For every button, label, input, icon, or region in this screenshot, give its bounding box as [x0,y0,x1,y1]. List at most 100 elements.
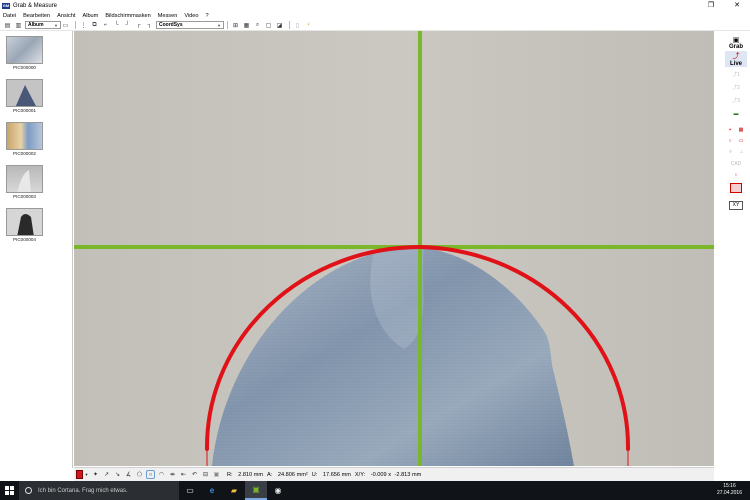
thumbnail-image [6,208,43,236]
distance-tool-icon[interactable]: ⇹ [168,470,177,479]
thumbnail-image [6,165,43,193]
thumbnail-image [6,79,43,107]
thumbnail-item[interactable]: PIC000004 [6,208,43,242]
polyline-tool-icon[interactable]: ↘ [113,470,122,479]
camera-icon: ⤴ [732,53,740,60]
image-viewport[interactable] [74,31,714,466]
edge-browser-icon[interactable]: e [201,481,223,500]
thumbnail-label: PIC000000 [13,65,36,70]
cortana-search-box[interactable]: Ich bin Cortana. Frag mich etwas. [19,481,179,500]
thumbnail-item[interactable]: PIC000000 [6,36,43,70]
menu-album[interactable]: Album [82,13,98,19]
y-unit: mm [411,471,422,478]
angle-tool-icon[interactable]: ∡ [124,470,133,479]
point-tool-icon[interactable]: ✦ [91,470,100,479]
restore-window-button[interactable]: ❐ [698,0,724,11]
video-camera-icon[interactable]: ▬ [725,111,747,117]
chevron-down-icon: ▼ [217,22,221,28]
grid-view-icon[interactable]: ▦ [242,21,251,30]
offset-tool-icon[interactable]: ⇤ [179,470,188,479]
lightbulb-icon[interactable]: ♀ [304,21,313,30]
thumbnail-image [6,122,43,150]
crosshair-icon[interactable]: + [729,127,732,133]
window-icon[interactable]: ▢ [264,21,273,30]
save-album-icon[interactable]: ▥ [14,21,23,30]
image-edit-icon[interactable]: ◪ [275,21,284,30]
x-unit: x [388,471,391,478]
stamp-icon[interactable]: ♁ [725,172,747,178]
axis-flip-icon[interactable]: ┘ [123,21,132,30]
grab-measure-taskbar-icon[interactable]: ▣ [245,481,267,500]
thumbnail-shape [17,214,34,235]
perimeter-value: 17.656 [322,471,341,478]
cortana-circle-icon [25,487,32,494]
start-button[interactable] [0,481,19,500]
menu-messen[interactable]: Messen [158,13,178,19]
thumbnail-sidebar: PIC000000 PIC000001 PIC000002 PIC000003 … [0,31,73,468]
thumbnail-item[interactable]: PIC000003 [6,165,43,199]
color-picker-swatch[interactable] [76,470,83,479]
album-select[interactable]: Album ▼ [25,21,61,29]
polygon-tool-icon[interactable]: ⬠ [135,470,144,479]
grid-icon[interactable]: ⋮ [79,21,88,30]
settings-icon[interactable]: ▣ [212,470,221,479]
line-tool-icon[interactable]: ↗ [102,470,111,479]
monitor-icon[interactable]: ▭ [61,21,70,30]
grid-tool-icon[interactable]: ▦ [739,127,744,133]
zoom-icon[interactable]: ⌕ [253,21,262,30]
live-button[interactable]: ⤴ Live [725,51,747,67]
axis-icon[interactable]: └ [112,21,121,30]
menu-ansicht[interactable]: Ansicht [57,13,75,19]
fit-view-icon[interactable]: ⊞ [231,21,240,30]
line-tool-icon[interactable]: ⊥ [739,149,743,155]
radius-readout: R: 2.810 mm [227,472,263,478]
toolbar-divider [75,21,76,29]
menu-bearbeiten[interactable]: Bearbeiten [23,13,50,19]
image-compare-icon[interactable] [725,183,747,193]
menu-datei[interactable]: Datei [3,13,16,19]
camera-app-icon[interactable]: ◉ [267,481,289,500]
chevron-down-icon[interactable]: ▼ [84,470,89,479]
thumbnail-label: PIC000003 [13,194,36,199]
menu-help[interactable]: ? [206,13,209,19]
copy-icon[interactable]: ⧉ [90,21,99,30]
radius-value: 2.810 [238,471,253,478]
cortana-placeholder: Ich bin Cortana. Frag mich etwas. [38,487,128,494]
slot-2-button[interactable]: ⤴ 2 [725,84,747,92]
grab-button[interactable]: ▣ Grab [725,36,747,50]
menu-bildschirmmasken[interactable]: Bildschirmmasken [105,13,150,19]
menu-video[interactable]: Video [184,13,198,19]
undo-icon[interactable]: ↶ [190,470,199,479]
radius-unit: mm [253,471,264,478]
system-clock[interactable]: 15:16 27.04.2016 [717,483,742,497]
axis-rotate-icon[interactable]: ┌ [134,21,143,30]
thumbnail-label: PIC000001 [13,108,36,113]
open-album-icon[interactable]: ▤ [3,21,12,30]
circle-tool-icon[interactable]: ○ [729,138,732,144]
area-value: 24.806 [277,471,296,478]
slot-3-button[interactable]: ⤴ 3 [725,97,747,105]
cad-button[interactable]: CAD [725,161,747,167]
slot-3-label: 3 [737,97,740,104]
circle-tool-icon[interactable]: ○ [146,470,155,479]
arc-tool-icon[interactable]: ◠ [157,470,166,479]
thumbnail-item[interactable]: PIC000002 [6,122,43,156]
area-label: A: [267,471,273,478]
thumbnail-item[interactable]: PIC000001 [6,79,43,113]
slot-1-button[interactable]: ⤴ 1 [725,71,747,79]
rectangle-tool-icon[interactable]: ▭ [739,138,744,144]
delete-icon[interactable]: ⊟ [201,470,210,479]
thumbnail-shape [17,170,31,192]
os-taskbar: Ich bin Cortana. Frag mich etwas. ▭ e ▰ … [0,481,750,500]
points-tool-icon[interactable]: ⁘ [728,149,732,155]
crop-icon[interactable]: ⌐ [101,21,110,30]
axis-reset-icon[interactable]: ┐ [145,21,154,30]
close-window-button[interactable]: ✕ [724,0,750,11]
measurement-canvas[interactable] [74,31,714,466]
file-explorer-icon[interactable]: ▰ [223,481,245,500]
xy-table-icon[interactable]: XY [725,201,747,210]
xy-readout: X/Y: -0.009 x -2.813 mm [355,472,421,478]
export-icon[interactable]: ▯ [293,21,302,30]
task-view-icon[interactable]: ▭ [179,481,201,500]
coordinate-system-select[interactable]: CoordSys ▼ [156,21,224,29]
